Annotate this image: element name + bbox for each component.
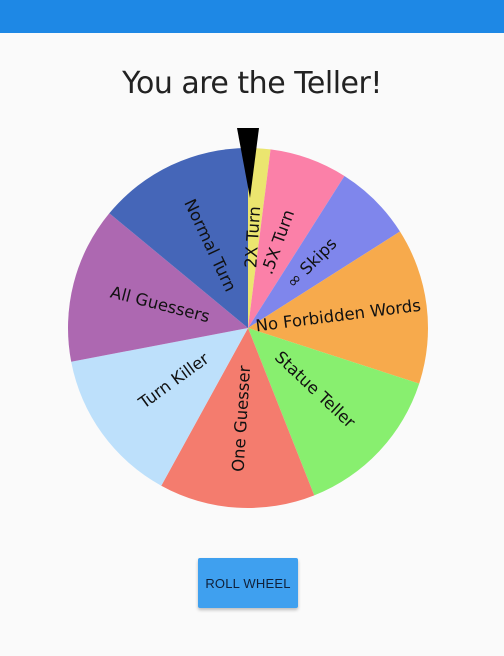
prize-wheel[interactable]: 2X Turn .5X Turn ∞ Skips No Forbidden Words…	[66, 126, 430, 510]
roll-wheel-button[interactable]: ROLL WHEEL	[198, 558, 298, 608]
page-title: You are the Teller!	[122, 66, 382, 101]
app-top-bar	[0, 0, 504, 33]
wheel-graphic[interactable]: 2X Turn.5X Turn∞ SkipsNo Forbidden Words…	[66, 126, 430, 510]
